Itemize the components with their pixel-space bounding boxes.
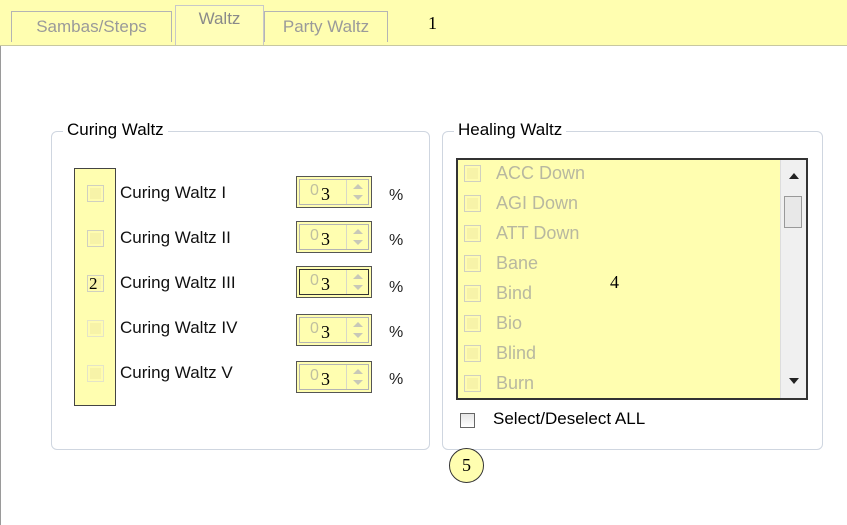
list-item-label: Burn: [496, 373, 535, 393]
curing-waltz-3-threshold[interactable]: 0 3: [296, 266, 372, 298]
curing-waltz-1-threshold[interactable]: 0 3: [296, 176, 372, 208]
spin-down-icon: [353, 333, 363, 338]
threshold-ghost-digit: 0: [310, 367, 319, 384]
list-item-checkbox[interactable]: [464, 225, 481, 242]
list-item-label: Blind: [496, 343, 537, 363]
threshold-value: 3: [321, 322, 330, 342]
list-item-label: ATT Down: [496, 223, 580, 243]
list-item-checkbox[interactable]: [464, 375, 481, 392]
list-item-checkbox[interactable]: [464, 315, 481, 332]
list-item-label: Bane: [496, 253, 539, 273]
list-item-checkbox[interactable]: [464, 255, 481, 272]
annotation-4: 4: [610, 272, 619, 292]
curing-waltz-5-label: Curing Waltz V: [120, 363, 233, 382]
curing-waltz-2-threshold[interactable]: 0 3: [296, 221, 372, 253]
percent-unit: %: [389, 371, 404, 388]
percent-unit: %: [389, 187, 404, 204]
spin-up-icon: [353, 369, 363, 374]
percent-unit: %: [389, 279, 404, 296]
spin-buttons[interactable]: [346, 270, 368, 294]
tab-party-waltz[interactable]: Party Waltz: [264, 11, 388, 42]
list-item-checkbox[interactable]: [464, 285, 481, 302]
curing-waltz-5-checkbox[interactable]: [87, 365, 104, 382]
curing-waltz-4-checkbox[interactable]: [87, 320, 104, 337]
spin-down-icon: [353, 240, 363, 245]
list-scrollbar[interactable]: [780, 160, 806, 398]
spin-up-icon: [353, 184, 363, 189]
curing-waltz-2-label: Curing Waltz II: [120, 228, 231, 247]
spin-buttons[interactable]: [346, 318, 368, 342]
spin-down-icon: [353, 195, 363, 200]
threshold-value: 3: [321, 369, 330, 389]
tab-sambas-steps[interactable]: Sambas/Steps: [11, 11, 172, 42]
scroll-thumb[interactable]: [784, 196, 802, 228]
threshold-ghost-digit: 0: [310, 272, 319, 289]
spin-down-icon: [353, 380, 363, 385]
curing-waltz-1-label: Curing Waltz I: [120, 183, 227, 202]
list-item-checkbox[interactable]: [464, 345, 481, 362]
healing-waltz-title: Healing Waltz: [454, 120, 567, 140]
window-edge: [0, 46, 1, 525]
list-item-label: Bio: [496, 313, 523, 333]
scroll-up-icon[interactable]: [789, 173, 799, 179]
spin-up-icon: [353, 322, 363, 327]
list-item-label: ACC Down: [496, 163, 586, 183]
threshold-value: 3: [321, 229, 330, 249]
spin-up-icon: [353, 229, 363, 234]
list-item-checkbox[interactable]: [464, 195, 481, 212]
spin-up-icon: [353, 274, 363, 279]
tab-waltz[interactable]: Waltz: [175, 5, 264, 45]
scroll-down-icon[interactable]: [789, 378, 799, 384]
curing-waltz-1-checkbox[interactable]: [87, 185, 104, 202]
percent-unit: %: [389, 324, 404, 341]
curing-waltz-3-label: Curing Waltz III: [120, 273, 236, 292]
threshold-ghost-digit: 0: [310, 320, 319, 337]
select-all-label: Select/Deselect ALL: [493, 409, 646, 428]
list-item-label: AGI Down: [496, 193, 579, 213]
curing-waltz-4-threshold[interactable]: 0 3: [296, 314, 372, 346]
tab-bar: Sambas/Steps Waltz Party Waltz 1: [0, 0, 847, 46]
spin-buttons[interactable]: [346, 365, 368, 389]
spin-buttons[interactable]: [346, 180, 368, 204]
spin-buttons[interactable]: [346, 225, 368, 249]
curing-waltz-title: Curing Waltz: [63, 120, 168, 140]
list-item-checkbox[interactable]: [464, 165, 481, 182]
curing-waltz-4-label: Curing Waltz IV: [120, 318, 238, 337]
threshold-value: 3: [321, 274, 330, 294]
curing-waltz-2-checkbox[interactable]: [87, 230, 104, 247]
threshold-ghost-digit: 0: [310, 227, 319, 244]
annotation-1: 1: [428, 13, 437, 33]
annotation-5: 5: [449, 448, 484, 483]
threshold-ghost-digit: 0: [310, 182, 319, 199]
spin-down-icon: [353, 285, 363, 290]
annotation-2: 2: [89, 274, 98, 293]
select-all-checkbox[interactable]: [460, 413, 475, 428]
percent-unit: %: [389, 232, 404, 249]
threshold-value: 3: [321, 184, 330, 204]
curing-waltz-5-threshold[interactable]: 0 3: [296, 361, 372, 393]
list-item-label: Bind: [496, 283, 533, 303]
healing-waltz-ailment-list[interactable]: ACC Down AGI Down ATT Down Bane Bind Bio…: [456, 158, 808, 400]
